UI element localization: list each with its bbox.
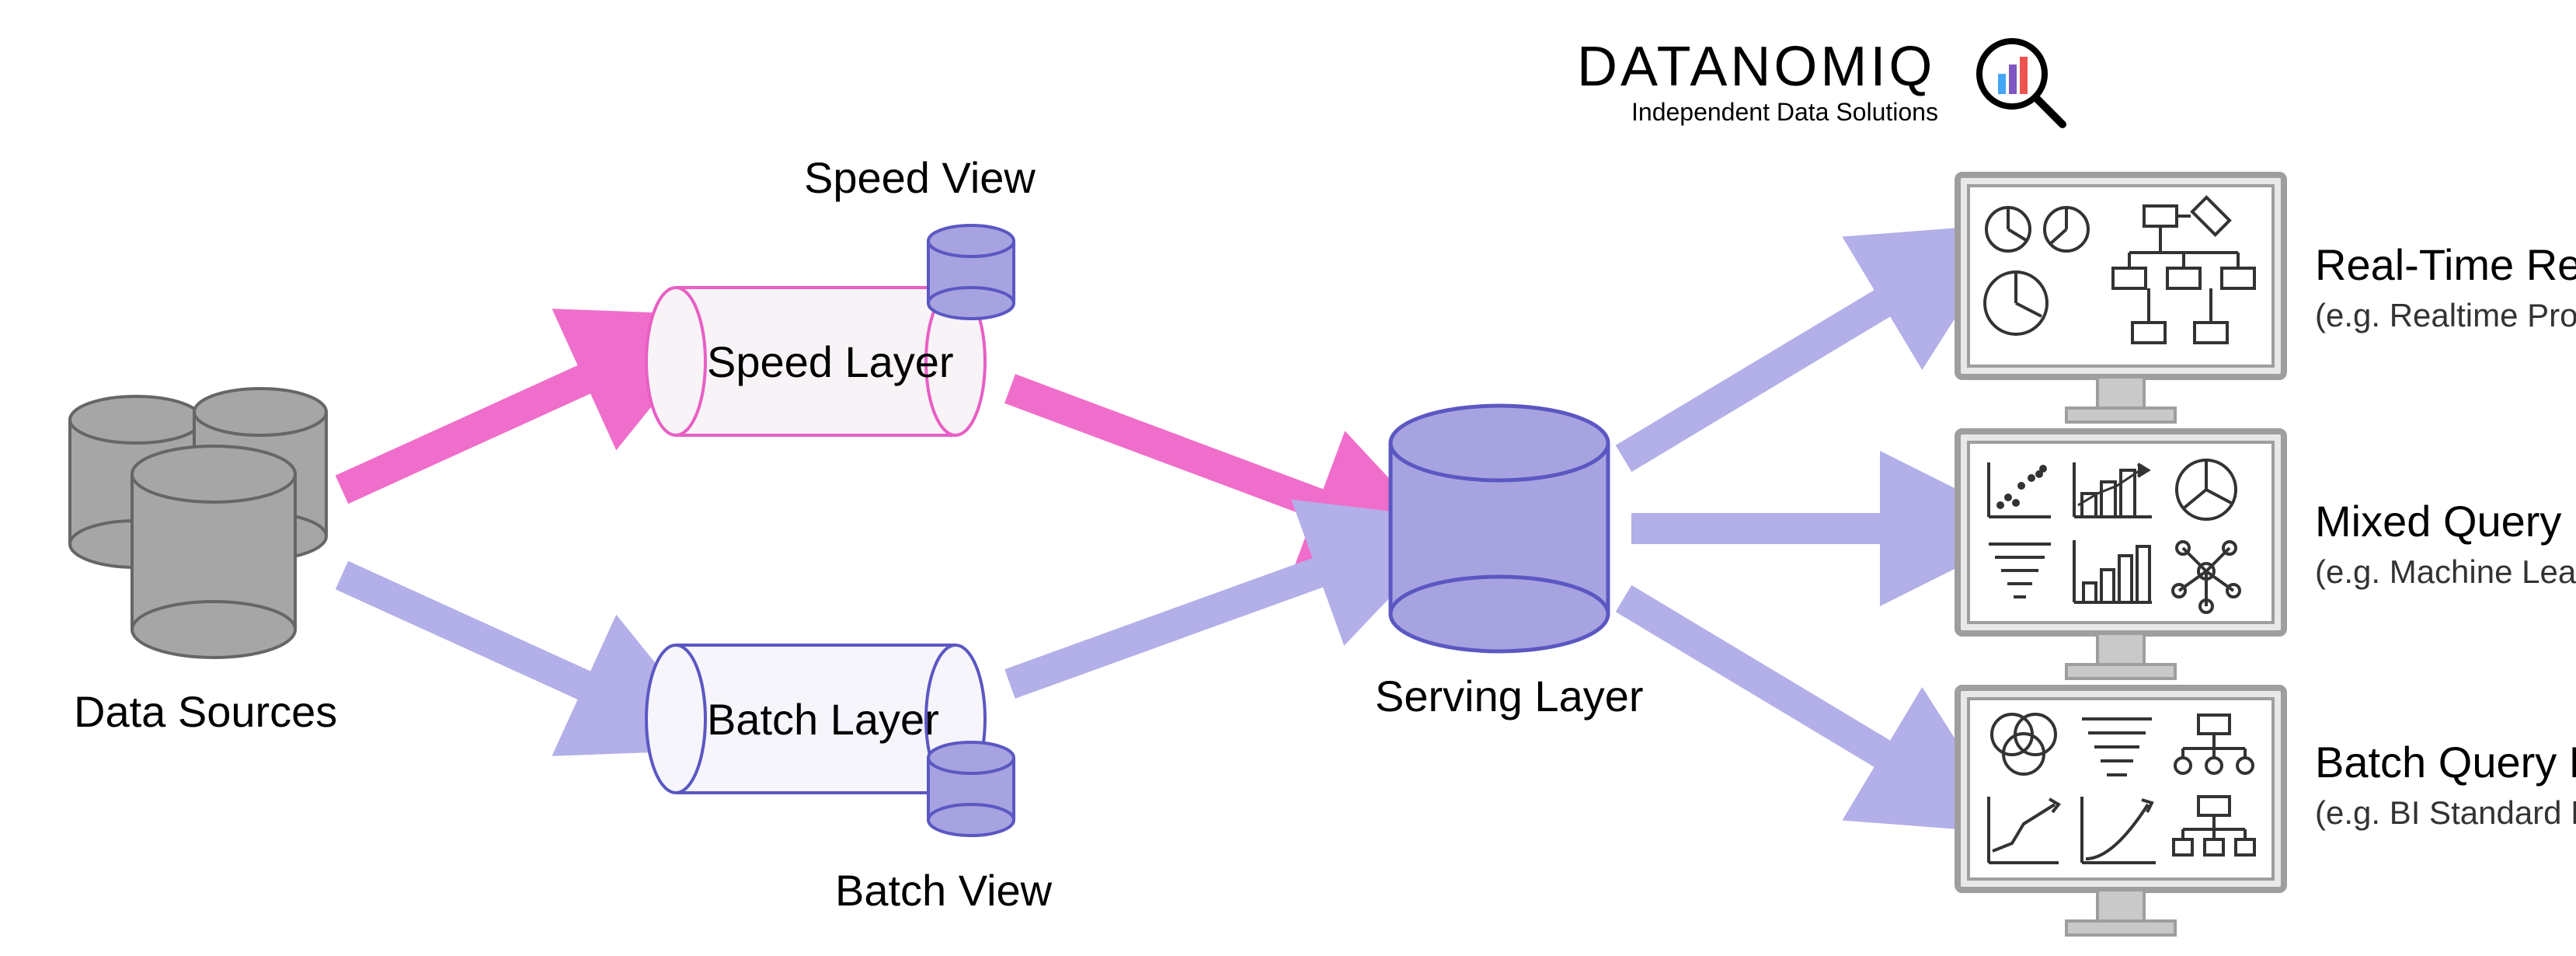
speed-layer-label: Speed Layer	[707, 337, 954, 386]
brand-tagline: Independent Data Solutions	[1631, 98, 1938, 126]
data-sources-group	[70, 389, 326, 658]
database-icon	[928, 225, 1014, 319]
batch-layer-label: Batch Layer	[707, 695, 939, 744]
brand-glyph-icon	[1979, 41, 2063, 124]
arrow-to-realtime	[1624, 295, 1895, 459]
brand-logo: DATANOMIQ Independent Data Solutions	[1577, 36, 2063, 126]
arrow-batch-to-serving	[1010, 567, 1332, 684]
database-icon	[928, 742, 1014, 836]
architecture-diagram: DATANOMIQ Independent Data Solutions	[0, 0, 2576, 956]
monitor-mixed	[1958, 431, 2284, 679]
arrow-to-batch	[342, 575, 598, 692]
arrow-to-batchreport	[1624, 598, 1895, 762]
arrow-to-speed	[342, 373, 598, 490]
database-icon	[1391, 406, 1608, 651]
monitor-batch	[1958, 688, 2284, 935]
mixed-subtitle: (e.g. Machine Learning Training)	[2315, 553, 2576, 590]
arrow-speed-to-serving	[1010, 389, 1332, 509]
speed-view-cylinder	[928, 225, 1014, 319]
database-icon	[132, 446, 295, 658]
batch-view-cylinder	[928, 742, 1014, 836]
serving-layer-node	[1391, 406, 1608, 651]
monitor-realtime	[1958, 175, 2284, 422]
serving-layer-label: Serving Layer	[1375, 672, 1644, 720]
brand-name: DATANOMIQ	[1577, 36, 1935, 98]
mixed-title: Mixed Query Report	[2315, 497, 2576, 546]
realtime-subtitle: (e.g. Realtime Process Mining)	[2315, 297, 2576, 333]
speed-view-label: Speed View	[804, 153, 1036, 202]
batch-subtitle: (e.g. BI Standard Reporting)	[2315, 794, 2576, 831]
batch-view-label: Batch View	[835, 866, 1053, 915]
batch-title: Batch Query Report	[2315, 738, 2576, 787]
data-sources-label: Data Sources	[74, 687, 337, 736]
realtime-title: Real-Time Report	[2315, 240, 2576, 289]
